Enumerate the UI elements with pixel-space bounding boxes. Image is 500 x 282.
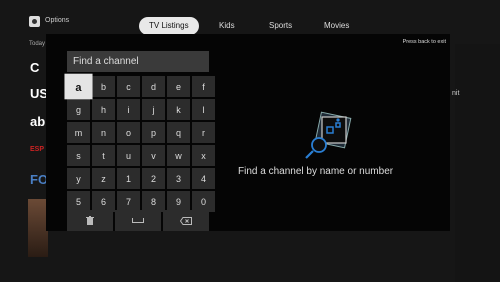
options-label[interactable]: Options [45, 17, 69, 24]
key-n[interactable]: n [92, 122, 115, 143]
key-p[interactable]: p [142, 122, 165, 143]
program-thumbnail[interactable] [28, 199, 48, 257]
tab-movies[interactable]: Movies [324, 17, 349, 35]
key-q[interactable]: q [167, 122, 190, 143]
key-7[interactable]: 7 [117, 191, 140, 212]
on-screen-keyboard: a b c d e f g h i j k l m n o p q r s t … [64, 73, 215, 212]
key-h[interactable]: h [92, 99, 115, 120]
key-z[interactable]: z [92, 168, 115, 189]
key-r[interactable]: r [192, 122, 215, 143]
key-2[interactable]: 2 [142, 168, 165, 189]
tab-sports[interactable]: Sports [269, 17, 292, 35]
key-k[interactable]: k [167, 99, 190, 120]
key-j[interactable]: j [142, 99, 165, 120]
trash-icon [86, 216, 94, 225]
key-m[interactable]: m [67, 122, 90, 143]
key-a[interactable]: a [64, 73, 93, 100]
search-hint-message: Find a channel by name or number [238, 166, 394, 177]
right-fragment-text: nit [452, 90, 460, 97]
key-o[interactable]: o [117, 122, 140, 143]
key-t[interactable]: t [92, 145, 115, 166]
key-f[interactable]: f [192, 76, 215, 97]
tab-kids[interactable]: Kids [219, 17, 235, 35]
keyboard-action-row [67, 210, 209, 231]
key-u[interactable]: u [117, 145, 140, 166]
key-i[interactable]: i [117, 99, 140, 120]
space-icon [132, 218, 144, 223]
channel-search-illustration-icon [305, 111, 352, 159]
channel-logo[interactable]: C [30, 60, 39, 75]
delete-button[interactable] [67, 210, 113, 231]
options-icon[interactable] [29, 16, 40, 27]
channel-search-dialog: Press back to exit Find a channel a b c … [46, 34, 450, 231]
space-button[interactable] [115, 210, 161, 231]
exit-hint: Press back to exit [402, 39, 446, 45]
backspace-button[interactable] [163, 210, 209, 231]
key-0[interactable]: 0 [192, 191, 215, 212]
key-x[interactable]: x [192, 145, 215, 166]
key-4[interactable]: 4 [192, 168, 215, 189]
key-8[interactable]: 8 [142, 191, 165, 212]
key-v[interactable]: v [142, 145, 165, 166]
key-e[interactable]: e [167, 76, 190, 97]
key-s[interactable]: s [67, 145, 90, 166]
channel-logo[interactable]: ab [30, 114, 45, 129]
key-6[interactable]: 6 [92, 191, 115, 212]
right-column [455, 44, 500, 282]
channel-logo[interactable]: ESP [30, 146, 44, 153]
key-1[interactable]: 1 [117, 168, 140, 189]
key-5[interactable]: 5 [67, 191, 90, 212]
key-d[interactable]: d [142, 76, 165, 97]
key-y[interactable]: y [67, 168, 90, 189]
key-g[interactable]: g [67, 99, 90, 120]
backspace-icon [180, 216, 192, 225]
key-w[interactable]: w [167, 145, 190, 166]
search-input[interactable]: Find a channel [67, 51, 209, 72]
key-b[interactable]: b [92, 76, 115, 97]
key-9[interactable]: 9 [167, 191, 190, 212]
key-c[interactable]: c [117, 76, 140, 97]
key-l[interactable]: l [192, 99, 215, 120]
tab-tv-listings[interactable]: TV Listings [139, 17, 199, 35]
key-3[interactable]: 3 [167, 168, 190, 189]
today-label: Today [29, 41, 46, 47]
